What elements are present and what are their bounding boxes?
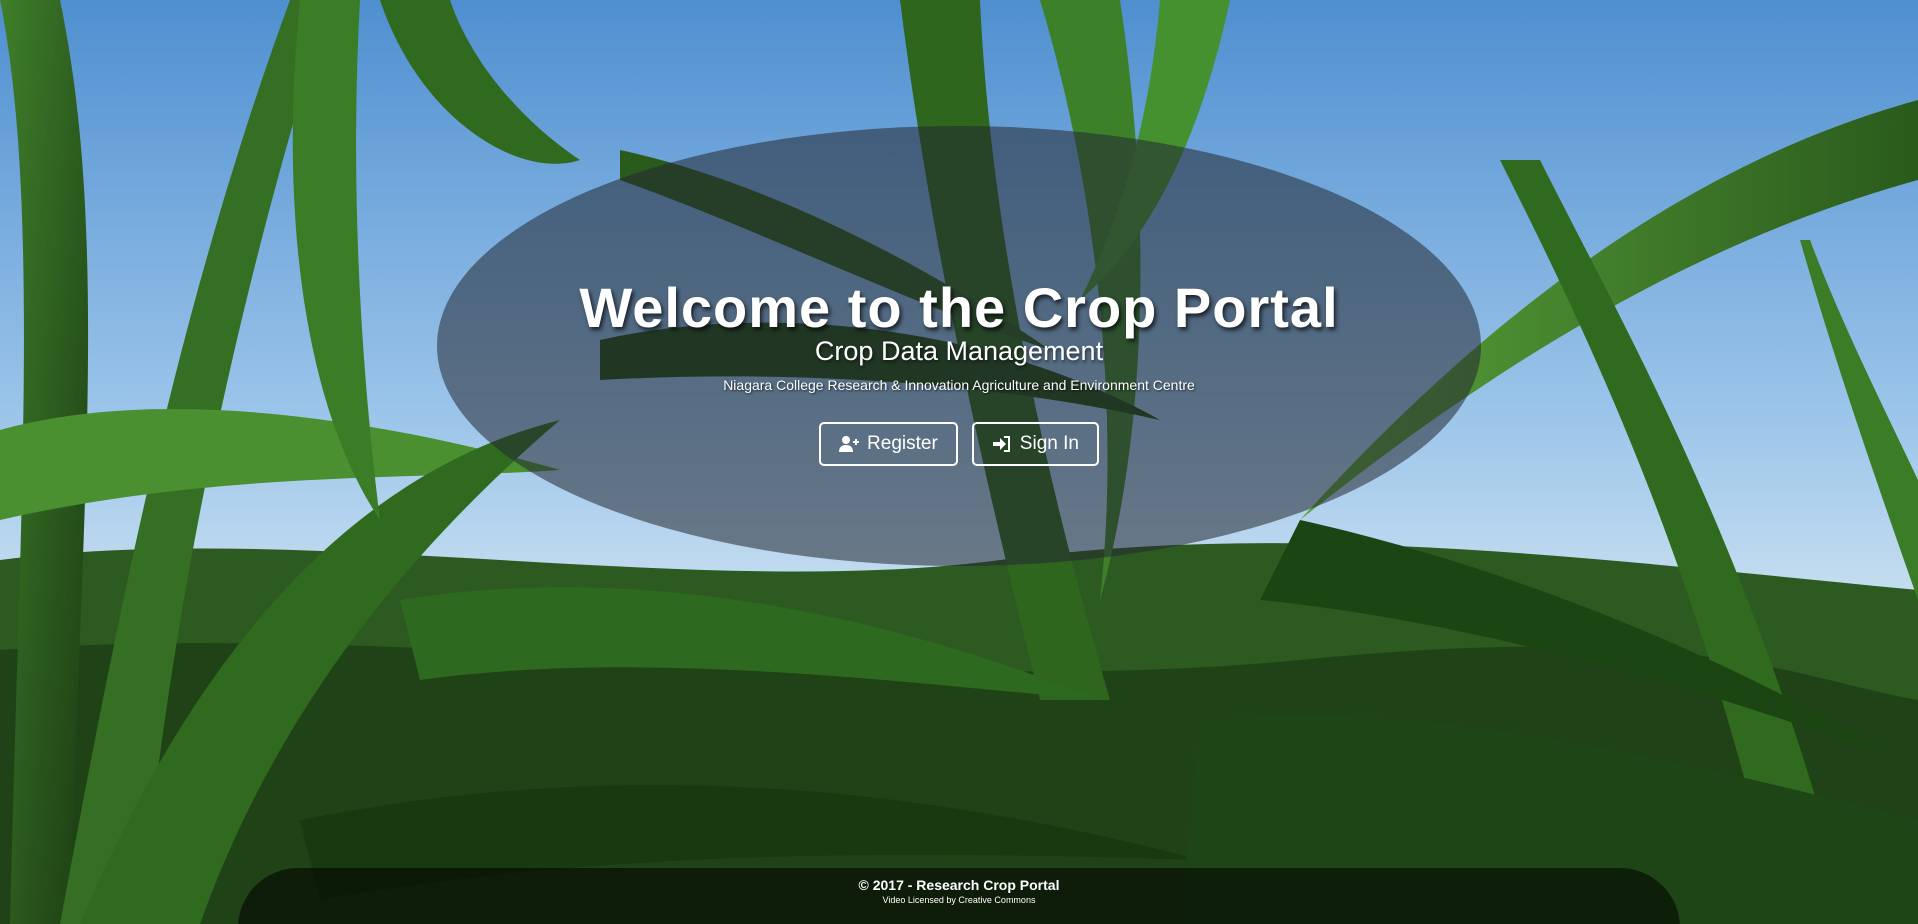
- sign-in-button[interactable]: Sign In: [971, 422, 1099, 466]
- organization-tagline: Niagara College Research & Innovation Ag…: [723, 377, 1195, 393]
- footer-license: Video Licensed by Creative Commons: [882, 895, 1036, 905]
- sign-in-label: Sign In: [1019, 433, 1079, 454]
- page-title: Welcome to the Crop Portal: [579, 276, 1339, 339]
- page-subtitle: Crop Data Management: [814, 336, 1104, 366]
- register-label: Register: [867, 433, 938, 454]
- user-plus-icon: [839, 434, 860, 454]
- register-button[interactable]: Register: [819, 422, 958, 466]
- footer: © 2017 - Research Crop Portal Video Lice…: [238, 876, 1680, 906]
- footer-copyright: © 2017 - Research Crop Portal: [858, 877, 1060, 893]
- auth-actions: Register Sign In: [437, 422, 1481, 466]
- hero-section: Welcome to the Crop Portal Crop Data Man…: [0, 0, 1918, 924]
- welcome-panel: Welcome to the Crop Portal Crop Data Man…: [437, 126, 1481, 566]
- sign-in-icon: [992, 434, 1012, 454]
